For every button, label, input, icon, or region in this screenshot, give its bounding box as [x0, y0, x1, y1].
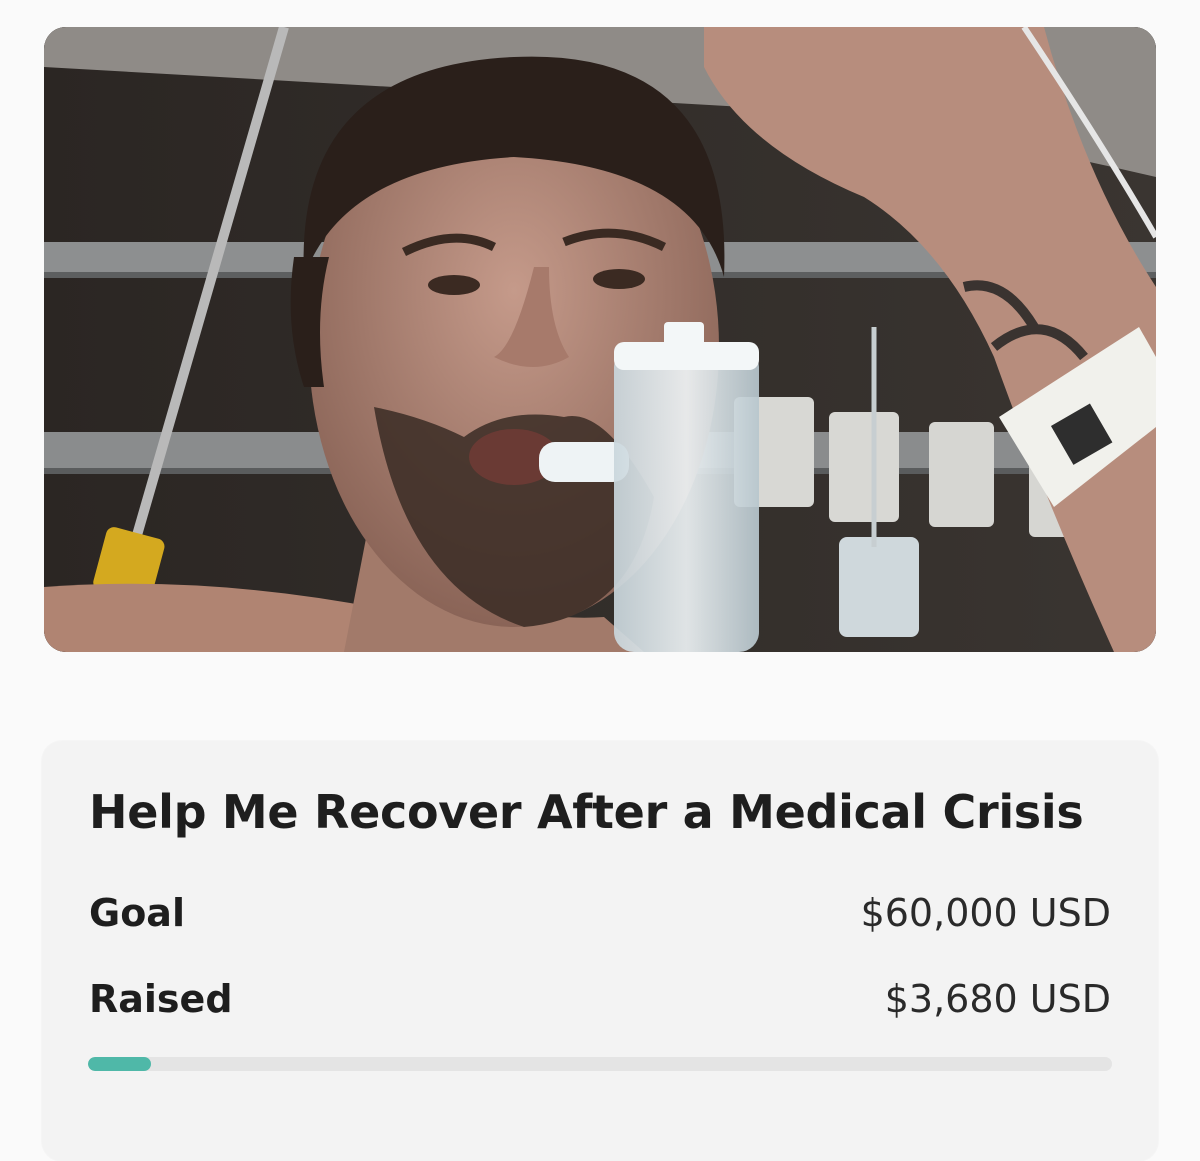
goal-label: Goal — [89, 891, 185, 935]
raised-label: Raised — [89, 977, 233, 1021]
campaign-photo — [44, 27, 1156, 652]
campaign-title: Help Me Recover After a Medical Crisis — [89, 785, 1084, 839]
campaign-photo-illustration — [44, 27, 1156, 652]
funding-progress-fill — [88, 1057, 151, 1071]
raised-amount: $3,680 USD — [884, 977, 1111, 1021]
goal-row: Goal $60,000 USD — [89, 891, 1111, 935]
goal-amount: $60,000 USD — [860, 891, 1111, 935]
raised-row: Raised $3,680 USD — [89, 977, 1111, 1021]
campaign-summary-card: Help Me Recover After a Medical Crisis G… — [42, 741, 1158, 1161]
funding-progress-bar — [88, 1057, 1112, 1071]
